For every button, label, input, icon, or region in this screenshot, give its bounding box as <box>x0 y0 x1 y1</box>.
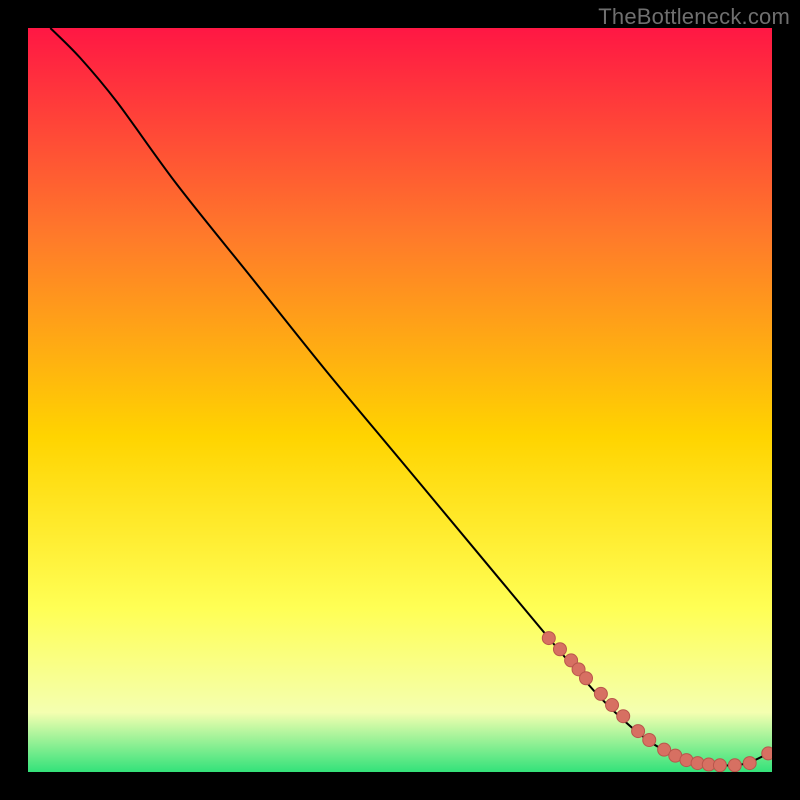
data-marker <box>713 759 726 772</box>
data-marker <box>594 687 607 700</box>
data-marker <box>617 710 630 723</box>
data-marker <box>728 759 741 772</box>
chart-frame: TheBottleneck.com <box>0 0 800 800</box>
data-marker <box>580 672 593 685</box>
watermark-text: TheBottleneck.com <box>598 4 790 30</box>
data-marker <box>643 734 656 747</box>
gradient-background <box>28 28 772 772</box>
data-marker <box>743 757 756 770</box>
data-marker <box>553 643 566 656</box>
data-marker <box>606 699 619 712</box>
chart-svg <box>28 28 772 772</box>
plot-area <box>28 28 772 772</box>
data-marker <box>632 725 645 738</box>
data-marker <box>762 747 772 760</box>
data-marker <box>542 632 555 645</box>
